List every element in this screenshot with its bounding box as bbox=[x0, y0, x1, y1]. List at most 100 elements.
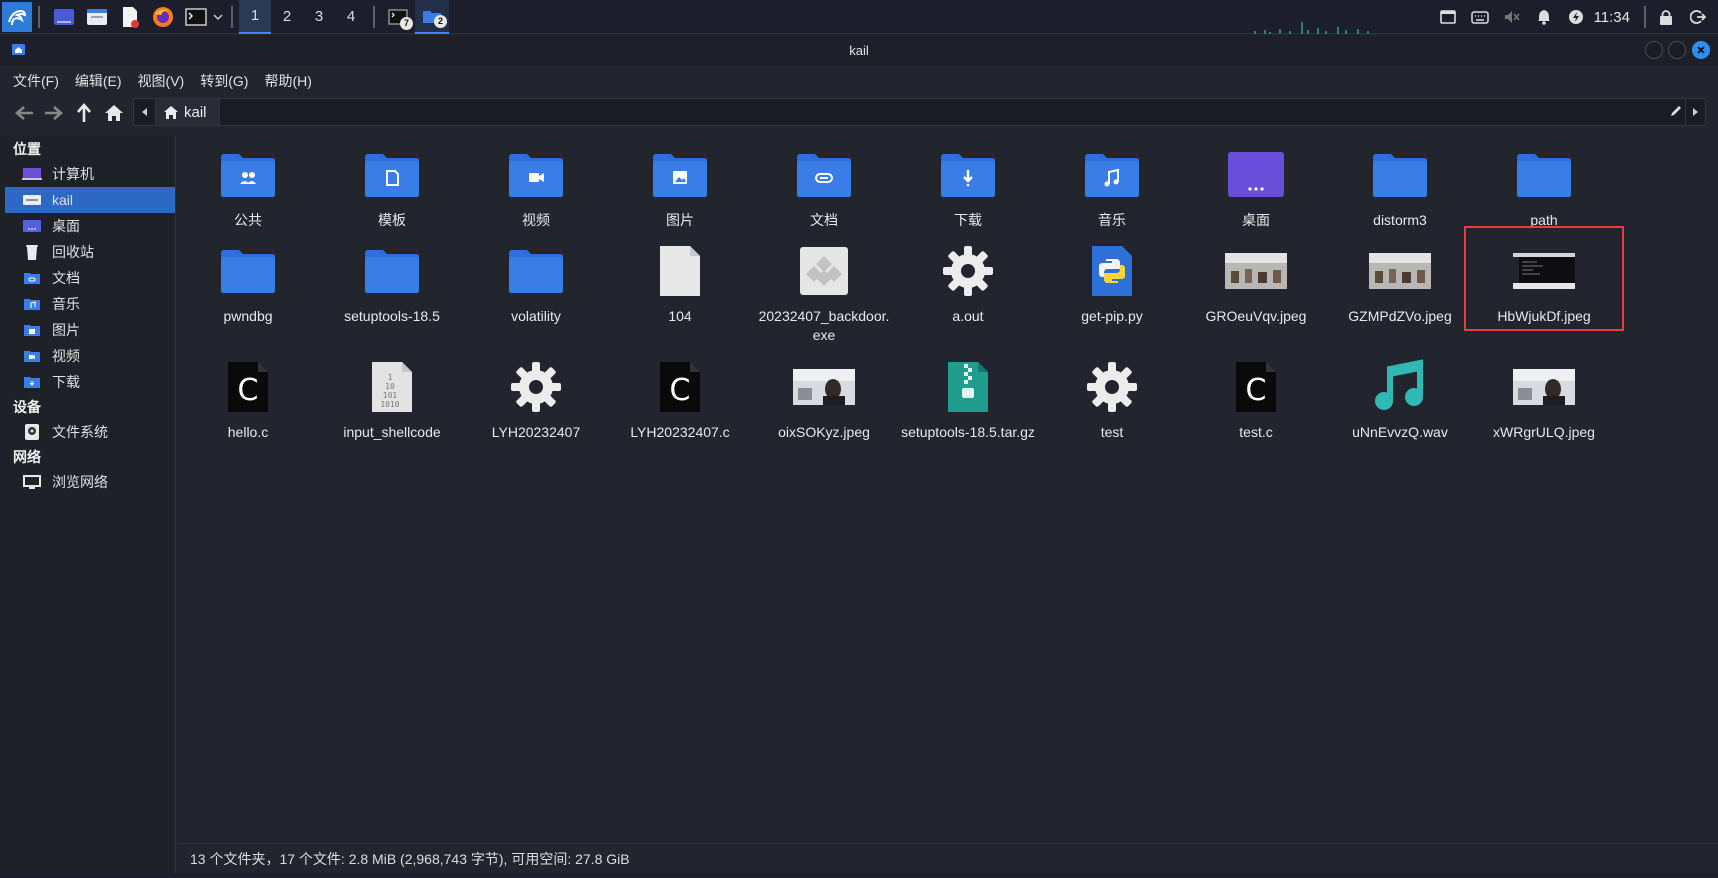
edit-location-button[interactable] bbox=[1669, 104, 1683, 123]
svg-text:C: C bbox=[670, 373, 691, 408]
menu-help[interactable]: 帮助(H) bbox=[264, 71, 311, 91]
notifications-button[interactable] bbox=[1528, 9, 1560, 25]
file-item[interactable]: pwndbg bbox=[178, 236, 318, 326]
file-item[interactable]: 桌面 bbox=[1186, 140, 1326, 230]
file-item[interactable]: 公共 bbox=[178, 140, 318, 230]
file-item[interactable]: 104 bbox=[610, 236, 750, 326]
workspace-1[interactable]: 1 bbox=[239, 0, 271, 34]
home-button[interactable] bbox=[99, 98, 129, 128]
lock-screen-button[interactable] bbox=[1650, 9, 1682, 25]
sidebar-item-trash[interactable]: 回收站 bbox=[0, 239, 175, 265]
logout-button[interactable] bbox=[1682, 9, 1714, 25]
file-item[interactable]: GZMPdZVo.jpeg bbox=[1330, 236, 1470, 326]
sidebar-item-label: 计算机 bbox=[52, 166, 94, 182]
sidebar-item-filesystem[interactable]: 文件系统 bbox=[0, 419, 175, 445]
file-item[interactable]: HbWjukDf.jpeg bbox=[1464, 226, 1624, 331]
sidebar-item-network[interactable]: 浏览网络 bbox=[0, 469, 175, 495]
terminal-icon bbox=[185, 7, 207, 26]
sidebar-item-music[interactable]: 音乐 bbox=[0, 291, 175, 317]
file-name: 桌面 bbox=[1242, 212, 1270, 228]
file-item[interactable]: setuptools-18.5.tar.gz bbox=[898, 352, 1038, 442]
forward-button[interactable] bbox=[39, 98, 69, 128]
clock[interactable]: 11:34 bbox=[1594, 9, 1630, 26]
file-item[interactable]: get-pip.py bbox=[1042, 236, 1182, 326]
file-item[interactable]: 1 10 101 1010 input_shellcode bbox=[322, 352, 462, 442]
file-item[interactable]: 音乐 bbox=[1042, 140, 1182, 230]
file-item[interactable]: xWRgrULQ.jpeg bbox=[1474, 352, 1614, 442]
file-name: test.c bbox=[1239, 424, 1273, 440]
show-desktop-button[interactable] bbox=[49, 2, 79, 32]
kali-menu-button[interactable] bbox=[2, 1, 32, 32]
firefox-launcher[interactable] bbox=[148, 2, 178, 32]
file-name: LYH20232407.c bbox=[630, 424, 730, 440]
workspace-4[interactable]: 4 bbox=[335, 0, 367, 34]
path-scroll-left-button[interactable] bbox=[134, 99, 156, 125]
file-name: xWRgrULQ.jpeg bbox=[1493, 424, 1595, 440]
close-button[interactable] bbox=[1692, 41, 1710, 59]
text-editor-launcher[interactable] bbox=[115, 2, 145, 32]
home-drive-icon bbox=[22, 192, 42, 208]
file-item[interactable]: 图片 bbox=[610, 140, 750, 230]
window-titlebar[interactable]: kail bbox=[0, 35, 1718, 65]
volume-button[interactable] bbox=[1496, 9, 1528, 25]
location-bar[interactable]: kail bbox=[133, 98, 1706, 126]
file-name: 下载 bbox=[954, 212, 982, 228]
file-name: 公共 bbox=[234, 212, 262, 228]
file-item[interactable]: 视频 bbox=[466, 140, 606, 230]
file-item[interactable]: GROeuVqv.jpeg bbox=[1186, 236, 1326, 326]
sidebar-item-computer[interactable]: 计算机 bbox=[0, 161, 175, 187]
launcher-dropdown-button[interactable] bbox=[211, 13, 225, 21]
sidebar-item-videos[interactable]: 视频 bbox=[0, 343, 175, 369]
videos-icon bbox=[22, 348, 42, 364]
file-item[interactable]: 下载 bbox=[898, 140, 1038, 230]
minimize-button[interactable] bbox=[1645, 41, 1663, 59]
breadcrumb-home[interactable]: kail bbox=[156, 99, 220, 125]
workspace-3[interactable]: 3 bbox=[303, 0, 335, 34]
menu-file[interactable]: 文件(F) bbox=[13, 71, 59, 91]
up-button[interactable] bbox=[69, 98, 99, 128]
menu-view[interactable]: 视图(V) bbox=[138, 71, 185, 91]
file-item[interactable]: distorm3 bbox=[1330, 140, 1470, 230]
maximize-button[interactable] bbox=[1668, 41, 1686, 59]
file-item[interactable]: C LYH20232407.c bbox=[610, 352, 750, 442]
system-tray: 11:34 bbox=[1432, 0, 1718, 34]
file-item[interactable]: uNnEvvzQ.wav bbox=[1330, 352, 1470, 442]
sidebar-item-home-drive[interactable]: kail bbox=[5, 187, 175, 213]
file-item[interactable]: setuptools-18.5 bbox=[322, 236, 462, 326]
sidebar-item-documents[interactable]: 文档 bbox=[0, 265, 175, 291]
file-item[interactable]: test bbox=[1042, 352, 1182, 442]
file-item[interactable]: volatility bbox=[466, 236, 606, 326]
file-item[interactable]: Chello.c bbox=[178, 352, 318, 442]
menu-go[interactable]: 转到(G) bbox=[200, 71, 248, 91]
file-item[interactable]: 模板 bbox=[322, 140, 462, 230]
file-name: test bbox=[1100, 424, 1124, 440]
sidebar-item-label: 视频 bbox=[52, 348, 80, 364]
file-manager-launcher[interactable] bbox=[82, 2, 112, 32]
sidebar-item-label: 文档 bbox=[52, 270, 80, 286]
file-item[interactable]: a.out bbox=[898, 236, 1038, 326]
file-name: input_shellcode bbox=[343, 424, 441, 440]
menu-edit[interactable]: 编辑(E) bbox=[75, 71, 122, 91]
task-terminal-group[interactable]: 7 bbox=[381, 0, 415, 34]
file-item[interactable]: 文档 bbox=[754, 140, 894, 230]
power-status-button[interactable] bbox=[1560, 9, 1592, 25]
sidebar-item-desktop[interactable]: 桌面 bbox=[0, 213, 175, 239]
task-file-manager-group[interactable]: 2 bbox=[415, 0, 449, 34]
file-grid[interactable]: 公共 模板 视频 图片 文档 下载 音乐 桌面 distorm3 path pwndbg setupt… bbox=[177, 136, 1718, 842]
sidebar-item-downloads[interactable]: 下载 bbox=[0, 369, 175, 395]
path-scroll-right-button[interactable] bbox=[1685, 99, 1705, 125]
file-item[interactable]: path bbox=[1474, 140, 1614, 230]
file-item[interactable]: oixSOKyz.jpeg bbox=[754, 352, 894, 442]
file-item[interactable]: 20232407_backdoor.exe bbox=[754, 236, 894, 345]
window-title: kail bbox=[849, 42, 869, 58]
file-item[interactable]: Ctest.c bbox=[1186, 352, 1326, 442]
keyboard-layout-button[interactable] bbox=[1464, 10, 1496, 24]
sidebar-item-label: 桌面 bbox=[52, 218, 80, 234]
back-button[interactable] bbox=[9, 98, 39, 128]
workspace-2[interactable]: 2 bbox=[271, 0, 303, 34]
file-item[interactable]: LYH20232407 bbox=[466, 352, 606, 442]
terminal-launcher[interactable] bbox=[181, 2, 211, 32]
sidebar-item-pictures[interactable]: 图片 bbox=[0, 317, 175, 343]
photo-person-icon bbox=[789, 352, 859, 422]
window-list-button[interactable] bbox=[1432, 10, 1464, 24]
